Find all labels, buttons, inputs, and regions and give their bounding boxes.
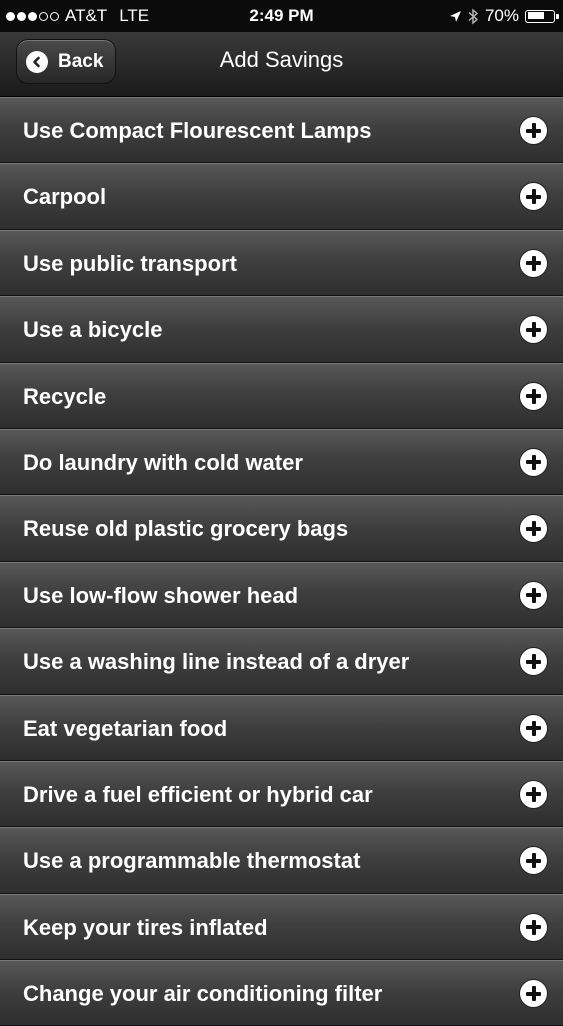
list-item-label: Carpool [23, 184, 107, 210]
savings-list: Use Compact Flourescent Lamps Carpool Use … [0, 97, 563, 1026]
list-item-label: Drive a fuel efficient or hybrid car [23, 781, 373, 807]
plus-icon[interactable] [520, 316, 547, 344]
list-item-label: Keep your tires inflated [23, 914, 268, 940]
plus-icon[interactable] [520, 980, 547, 1008]
plus-icon[interactable] [520, 448, 547, 476]
location-arrow-icon [449, 10, 461, 22]
page-title: Add Savings [219, 47, 344, 72]
list-item[interactable]: Drive a fuel efficient or hybrid car [0, 760, 563, 828]
list-item[interactable]: Eat vegetarian food [0, 694, 563, 761]
list-item[interactable]: Reuse old plastic grocery bags [0, 495, 563, 562]
plus-icon[interactable] [520, 913, 547, 941]
list-item[interactable]: Use a washing line instead of a dryer [0, 628, 563, 695]
plus-icon[interactable] [520, 847, 547, 875]
plus-icon[interactable] [520, 183, 547, 211]
list-item[interactable]: Do laundry with cold water [0, 428, 563, 496]
list-item-label: Reuse old plastic grocery bags [23, 516, 349, 542]
list-item-label: Recycle [23, 383, 107, 409]
list-item[interactable]: Recycle [0, 362, 563, 429]
plus-icon[interactable] [520, 117, 547, 144]
list-item-label: Use a washing line instead of a dryer [23, 649, 410, 675]
list-item-label: Do laundry with cold water [23, 449, 303, 475]
list-item[interactable]: Use a bicycle [0, 296, 563, 363]
battery-percent: 70% [484, 6, 519, 25]
list-item[interactable]: Use a programmable thermostat [0, 827, 563, 894]
list-item[interactable]: Use Compact Flourescent Lamps [0, 97, 563, 164]
list-item-label: Use public transport [23, 250, 237, 276]
plus-icon[interactable] [520, 249, 547, 277]
list-item[interactable]: Use low-flow shower head [0, 561, 563, 629]
plus-icon[interactable] [520, 714, 547, 742]
list-item-label: Use a programmable thermostat [23, 848, 361, 874]
plus-icon[interactable] [520, 648, 547, 676]
list-item[interactable]: Keep your tires inflated [0, 893, 563, 961]
plus-icon[interactable] [520, 780, 547, 808]
plus-icon[interactable] [520, 581, 547, 609]
status-bar: AT&T LTE 2:49 PM 70% [0, 0, 563, 32]
list-item-label: Use a bicycle [23, 317, 163, 343]
battery-icon [525, 9, 559, 23]
list-item-label: Use low-flow shower head [23, 582, 299, 608]
plus-icon[interactable] [520, 515, 547, 543]
bluetooth-icon [468, 7, 479, 25]
list-item-label: Change your air conditioning filter [23, 981, 383, 1007]
status-right: 70% [449, 6, 559, 26]
list-item[interactable]: Use public transport [0, 229, 563, 297]
navigation-bar: Back Add Savings [0, 32, 563, 97]
plus-icon[interactable] [520, 382, 547, 410]
list-item[interactable]: Carpool [0, 163, 563, 230]
list-item-label: Eat vegetarian food [23, 715, 228, 741]
list-item-label: Use Compact Flourescent Lamps [23, 118, 372, 143]
list-item[interactable]: Change your air conditioning filter [0, 960, 563, 1026]
